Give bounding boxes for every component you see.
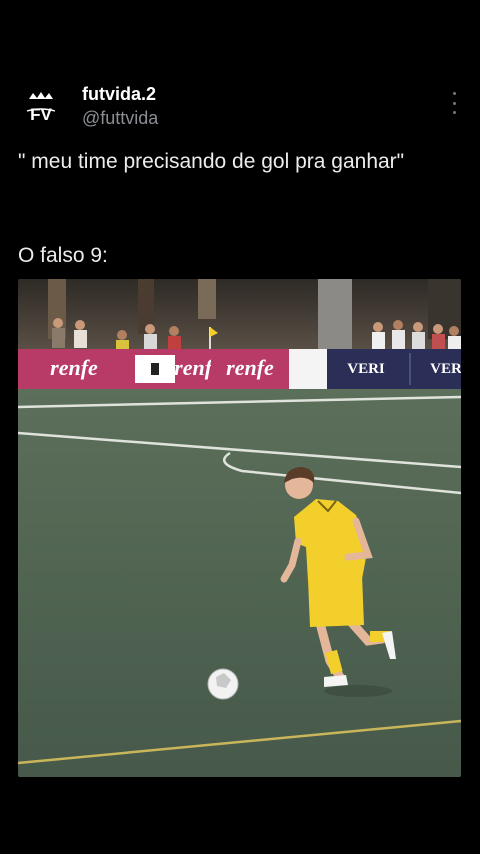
ad-board-text: VER bbox=[430, 361, 461, 377]
video-frame: renfe renfe renfe VERI VER bbox=[18, 279, 461, 777]
display-name[interactable]: futvida.2 bbox=[82, 84, 156, 105]
logo-text: FV bbox=[30, 105, 52, 124]
tweet-text: " meu time precisando de gol pra ganhar" bbox=[18, 150, 405, 173]
pitch bbox=[18, 389, 461, 777]
tweet-card: FV futvida.2 @futtvida " meu time precis… bbox=[0, 0, 480, 854]
concrete-pillar bbox=[318, 279, 352, 349]
avatar[interactable]: FV bbox=[18, 86, 64, 132]
more-vertical-icon[interactable] bbox=[444, 92, 464, 114]
advertising-boards: renfe renfe renfe VERI VER bbox=[18, 349, 461, 389]
video-player[interactable]: renfe renfe renfe VERI VER bbox=[18, 279, 461, 777]
ad-board-text: VERI bbox=[347, 361, 385, 377]
football bbox=[207, 668, 239, 700]
tweet-text-secondary: O falso 9: bbox=[18, 244, 108, 267]
user-handle[interactable]: @futtvida bbox=[82, 108, 158, 129]
ad-board-text: renfe bbox=[50, 355, 98, 380]
ad-board-text: renfe bbox=[226, 355, 274, 380]
futvida-logo-icon: FV bbox=[26, 92, 56, 124]
